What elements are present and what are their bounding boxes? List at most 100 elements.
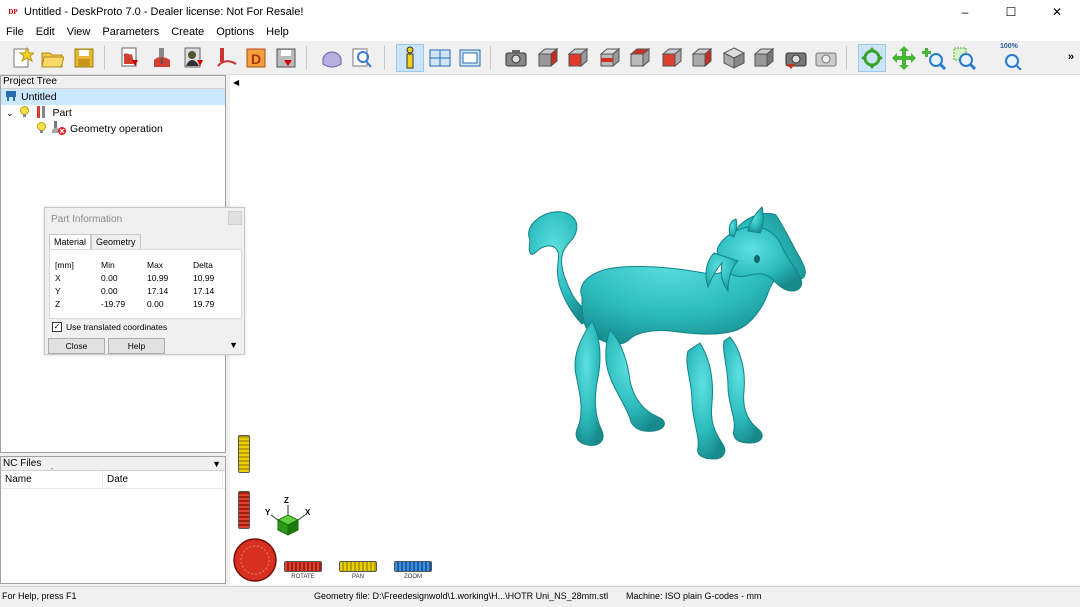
bitmap-icon[interactable] bbox=[180, 44, 208, 72]
screenshot-icon[interactable] bbox=[812, 44, 840, 72]
use-translated-coordinates-option[interactable]: ✓ Use translated coordinates bbox=[52, 322, 167, 332]
nc-files-title: NC Files bbox=[3, 458, 42, 469]
row-axis: Z bbox=[55, 298, 61, 309]
view-back-icon[interactable] bbox=[564, 44, 592, 72]
red-nav-bar[interactable] bbox=[238, 491, 250, 529]
row-min: 0.00 bbox=[101, 285, 118, 296]
view-bottom-icon[interactable] bbox=[688, 44, 716, 72]
table-row: Y 0.00 17.14 17.14 bbox=[55, 284, 233, 297]
project-tree-header: Project Tree bbox=[1, 76, 225, 89]
new-icon[interactable] bbox=[8, 44, 36, 72]
3d-viewport[interactable]: ◀ Z X Y ROTATE PAN ZOOM bbox=[230, 75, 1080, 585]
tree-item-untitled-label: Untitled bbox=[21, 91, 57, 103]
axis-label-y: Y bbox=[265, 508, 271, 517]
tab-material[interactable]: Material bbox=[49, 234, 92, 249]
nc-files-header: NC Files ▼ bbox=[1, 457, 225, 471]
zoom-window-icon[interactable] bbox=[950, 44, 978, 72]
camera-icon[interactable] bbox=[502, 44, 530, 72]
menu-view[interactable]: View bbox=[61, 24, 97, 41]
app-logo-icon: DP bbox=[8, 8, 18, 16]
row-axis: X bbox=[55, 272, 61, 283]
tree-item-geometry-operation[interactable]: Geometry operation bbox=[1, 120, 225, 137]
rotate-bar[interactable] bbox=[284, 561, 322, 572]
view-right-icon[interactable] bbox=[626, 44, 654, 72]
pan-label: PAN bbox=[352, 574, 364, 580]
toolbar-separator bbox=[306, 46, 307, 70]
view-iso-icon[interactable] bbox=[720, 44, 748, 72]
zoom-icon[interactable] bbox=[920, 44, 948, 72]
menu-bar: File Edit View Parameters Create Options… bbox=[0, 24, 1080, 41]
column-header-date[interactable]: Date bbox=[103, 471, 223, 488]
view-solid-icon[interactable] bbox=[750, 44, 778, 72]
status-bar: For Help, press F1 Geometry file: D:\Fre… bbox=[0, 586, 1080, 607]
title-bar: DP Untitled - DeskProto 7.0 - Dealer lic… bbox=[0, 0, 1080, 24]
close-button[interactable]: Close bbox=[48, 338, 105, 354]
menu-file[interactable]: File bbox=[0, 24, 30, 41]
status-geometry-file: Geometry file: D:\Freedesignwold\1.worki… bbox=[314, 591, 609, 601]
nc-files-columns: Name Date ⌃ bbox=[1, 468, 225, 489]
header-min: Min bbox=[101, 259, 115, 270]
view-front-icon[interactable] bbox=[534, 44, 562, 72]
view-left-icon[interactable] bbox=[596, 44, 624, 72]
layout-icon[interactable] bbox=[456, 44, 484, 72]
menu-edit[interactable]: Edit bbox=[30, 24, 61, 41]
menu-parameters[interactable]: Parameters bbox=[96, 24, 165, 41]
view-top-icon[interactable] bbox=[658, 44, 686, 72]
simulate-icon[interactable] bbox=[318, 44, 346, 72]
dropdown-arrow-icon[interactable]: ▼ bbox=[212, 457, 221, 471]
axis-label-x: X bbox=[305, 508, 311, 517]
row-axis: Y bbox=[55, 285, 61, 296]
help-button[interactable]: Help bbox=[108, 338, 165, 354]
zoom-label: ZOOM bbox=[404, 574, 422, 580]
tree-item-untitled[interactable]: Untitled bbox=[1, 89, 225, 105]
save-toolpath-icon[interactable] bbox=[272, 44, 300, 72]
expand-arrow-icon[interactable]: ▼ bbox=[229, 340, 238, 350]
lightbulb-icon[interactable] bbox=[37, 121, 46, 137]
close-window-button[interactable]: ✕ bbox=[1034, 0, 1080, 24]
unicorn-model[interactable] bbox=[230, 75, 1080, 585]
row-delta: 17.14 bbox=[193, 285, 215, 296]
tree-item-geometry-operation-label: Geometry operation bbox=[70, 123, 163, 135]
lightbulb-icon[interactable] bbox=[19, 105, 29, 121]
rotate-icon[interactable] bbox=[858, 44, 886, 72]
rotate-label: ROTATE bbox=[291, 574, 315, 580]
pan-icon[interactable] bbox=[890, 44, 918, 72]
table-row: Z -19.79 0.00 19.79 bbox=[55, 297, 233, 310]
toolbar-separator bbox=[104, 46, 105, 70]
zoom-100-label: 100% bbox=[1000, 43, 1018, 50]
chevron-down-icon[interactable]: ⌄ bbox=[6, 108, 14, 119]
dialog-title: Part Information bbox=[51, 214, 123, 225]
window-title: Untitled - DeskProto 7.0 - Dealer licens… bbox=[24, 6, 304, 18]
preview-icon[interactable] bbox=[348, 44, 376, 72]
import-icon[interactable] bbox=[116, 44, 144, 72]
menu-create[interactable]: Create bbox=[165, 24, 210, 41]
row-min: 0.00 bbox=[101, 272, 118, 283]
zoom-bar[interactable] bbox=[394, 561, 432, 572]
maximize-button[interactable]: ☐ bbox=[988, 0, 1034, 24]
tab-geometry[interactable]: Geometry bbox=[91, 234, 141, 249]
dialog-close-button[interactable] bbox=[228, 211, 242, 225]
vector-icon[interactable] bbox=[212, 44, 240, 72]
menu-options[interactable]: Options bbox=[210, 24, 260, 41]
status-machine: Machine: ISO plain G-codes - mm bbox=[626, 591, 762, 601]
window-controls: – ☐ ✕ bbox=[942, 0, 1080, 24]
header-unit: [mm] bbox=[55, 259, 74, 270]
relief-icon[interactable]: D bbox=[242, 44, 270, 72]
dialog-tabs: Material Geometry bbox=[49, 234, 141, 249]
yellow-nav-bar[interactable] bbox=[238, 435, 250, 473]
minimize-button[interactable]: – bbox=[942, 0, 988, 24]
checkbox-label: Use translated coordinates bbox=[66, 322, 168, 332]
info-icon[interactable] bbox=[396, 44, 424, 72]
open-icon[interactable] bbox=[38, 44, 66, 72]
add-operation-icon[interactable] bbox=[148, 44, 176, 72]
toolbar-separator bbox=[490, 46, 491, 70]
menu-help[interactable]: Help bbox=[260, 24, 295, 41]
toolbar-overflow-button[interactable]: » bbox=[1068, 51, 1074, 63]
render-icon[interactable] bbox=[782, 44, 810, 72]
checkbox[interactable]: ✓ bbox=[52, 322, 62, 332]
zoom-100-icon[interactable]: 100% bbox=[998, 43, 1026, 72]
save-icon[interactable] bbox=[70, 44, 98, 72]
tree-item-part[interactable]: ⌄ Part bbox=[1, 105, 225, 121]
pan-bar[interactable] bbox=[339, 561, 377, 572]
windows-icon[interactable] bbox=[426, 44, 454, 72]
